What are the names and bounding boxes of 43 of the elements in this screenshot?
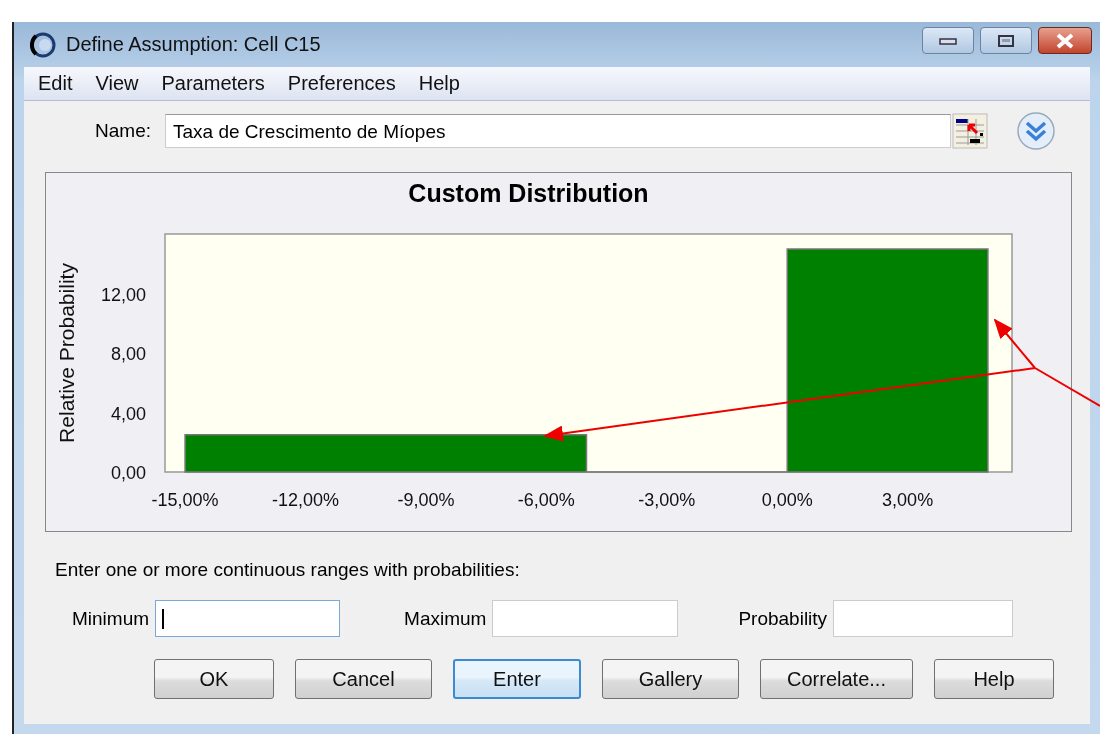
y-tick-label: 8,00 — [110, 344, 146, 364]
expand-icon[interactable] — [1016, 111, 1056, 151]
app-logo-icon — [28, 30, 58, 59]
field-label: Maximum — [404, 607, 487, 630]
menu-item[interactable]: View — [85, 72, 152, 95]
y-tick-label: 0,00 — [110, 463, 146, 483]
chart-title: Custom Distribution — [408, 178, 649, 209]
maximize-icon — [996, 33, 1016, 48]
window-title: Define Assumption: Cell C15 — [66, 33, 321, 56]
input-field[interactable] — [833, 600, 1014, 637]
maximize-button[interactable] — [980, 27, 1032, 54]
menu-item[interactable]: Parameters — [151, 72, 278, 95]
instructions-text: Enter one or more continuous ranges with probabilities: — [55, 559, 521, 581]
x-tick-label: -15,00% — [151, 490, 219, 510]
y-tick-label: 12,00 — [100, 284, 146, 305]
menu-item[interactable]: Preferences — [277, 72, 409, 95]
menu-item[interactable]: Edit — [28, 72, 86, 95]
name-label: Name: — [94, 120, 151, 142]
x-tick-label: -9,00% — [397, 490, 455, 510]
x-tick-label: -3,00% — [638, 490, 696, 510]
dialog-button[interactable]: Correlate... — [760, 659, 913, 699]
dialog-button[interactable]: Gallery — [602, 659, 739, 699]
dialog-button[interactable]: Help — [934, 659, 1054, 699]
input-field[interactable] — [155, 600, 341, 637]
minimize-button[interactable] — [922, 27, 974, 54]
x-tick-label: -6,00% — [517, 490, 575, 510]
name-field[interactable]: Taxa de Crescimento de Míopes — [165, 114, 951, 148]
dialog-button[interactable]: Enter — [453, 659, 581, 699]
minimize-icon — [938, 35, 958, 46]
dialog-button[interactable]: Cancel — [295, 659, 432, 699]
x-tick-label: 0,00% — [761, 490, 813, 510]
cell-select-icon[interactable] — [952, 113, 988, 149]
y-tick-label: 4,00 — [110, 403, 146, 424]
close-icon — [1054, 32, 1076, 49]
input-field[interactable] — [492, 600, 679, 637]
menu-item[interactable]: Help — [408, 72, 473, 95]
x-tick-label: -12,00% — [271, 490, 339, 510]
field-label: Minimum — [72, 607, 150, 630]
dialog-button[interactable]: OK — [154, 659, 274, 699]
y-axis-label: Relative Probability — [55, 263, 78, 443]
x-tick-label: 3,00% — [882, 490, 934, 510]
close-button[interactable] — [1038, 27, 1092, 54]
field-label: Probability — [738, 607, 828, 630]
